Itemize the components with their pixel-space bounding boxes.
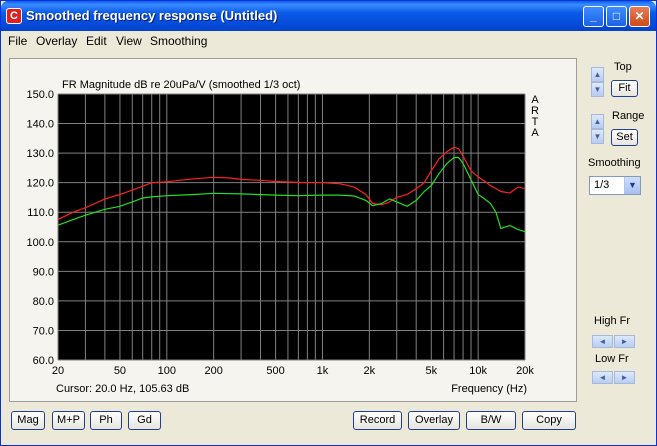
smoothing-select[interactable]: 1/3 ▼ — [589, 176, 641, 195]
x-tick-label: 200 — [204, 365, 222, 377]
menu-smoothing[interactable]: Smoothing — [150, 34, 207, 48]
menu-file[interactable]: File — [8, 34, 27, 48]
menu-view[interactable]: View — [116, 34, 142, 48]
x-tick-label: 500 — [266, 365, 284, 377]
frequency-response-chart[interactable]: FR Magnitude dB re 20uPa/V (smoothed 1/3… — [10, 59, 576, 401]
low-fr-label: Low Fr — [595, 353, 629, 365]
cursor-readout: Cursor: 20.0 Hz, 105.63 dB — [56, 383, 189, 395]
y-tick-label: 70.0 — [33, 325, 54, 337]
y-tick-label: 150.0 — [26, 89, 54, 101]
x-tick-label: 100 — [158, 365, 176, 377]
window-title: Smoothed frequency response (Untitled) — [26, 8, 278, 23]
set-button[interactable]: Set — [611, 129, 638, 146]
arta-brand-letter: A — [531, 127, 539, 139]
close-button[interactable]: ✕ — [629, 6, 650, 27]
smoothing-value: 1/3 — [594, 179, 610, 191]
y-tick-label: 130.0 — [26, 148, 54, 160]
top-label: Top — [614, 61, 632, 73]
graph-panel: FR Magnitude dB re 20uPa/V (smoothed 1/3… — [9, 58, 577, 402]
record-button[interactable]: Record — [353, 411, 402, 430]
x-tick-label: 20k — [516, 365, 534, 377]
copy-button[interactable]: Copy — [522, 411, 576, 430]
x-tick-label: 1k — [317, 365, 329, 377]
mag-phase-button[interactable]: M+P — [52, 411, 85, 430]
y-tick-label: 90.0 — [33, 266, 54, 278]
smoothing-label: Smoothing — [588, 157, 641, 169]
x-tick-label: 20 — [52, 365, 64, 377]
y-tick-label: 110.0 — [27, 207, 54, 219]
high-fr-right-arrow[interactable]: ► — [614, 335, 635, 348]
menu-overlay[interactable]: Overlay — [36, 34, 77, 48]
top-down-arrow[interactable]: ▼ — [591, 82, 604, 97]
chevron-down-icon[interactable]: ▼ — [624, 177, 640, 194]
low-fr-left-arrow[interactable]: ◄ — [592, 371, 613, 384]
phase-button[interactable]: Ph — [90, 411, 122, 430]
x-tick-label: 50 — [114, 365, 126, 377]
range-label: Range — [612, 110, 645, 122]
y-tick-label: 140.0 — [26, 119, 54, 131]
mag-button[interactable]: Mag — [11, 411, 45, 430]
fit-button[interactable]: Fit — [611, 80, 638, 97]
y-tick-label: 120.0 — [26, 178, 54, 190]
y-tick-label: 80.0 — [33, 296, 54, 308]
range-down-arrow[interactable]: ▼ — [591, 129, 604, 144]
high-fr-left-arrow[interactable]: ◄ — [592, 335, 613, 348]
range-up-arrow[interactable]: ▲ — [591, 114, 604, 129]
group-delay-button[interactable]: Gd — [128, 411, 161, 430]
title-bar[interactable]: C Smoothed frequency response (Untitled)… — [1, 1, 656, 31]
app-window: C Smoothed frequency response (Untitled)… — [0, 0, 657, 446]
bw-button[interactable]: B/W — [466, 411, 516, 430]
menu-bar: File Overlay Edit View Smoothing — [2, 31, 655, 51]
x-tick-label: 2k — [364, 365, 376, 377]
top-up-arrow[interactable]: ▲ — [591, 67, 604, 82]
high-fr-label: High Fr — [594, 315, 631, 327]
maximize-button[interactable]: □ — [606, 6, 627, 27]
overlay-button[interactable]: Overlay — [408, 411, 460, 430]
app-icon[interactable]: C — [6, 8, 22, 24]
x-tick-label: 5k — [425, 365, 437, 377]
minimize-button[interactable]: _ — [583, 6, 604, 27]
low-fr-right-arrow[interactable]: ► — [614, 371, 635, 384]
y-tick-label: 100.0 — [26, 237, 54, 249]
x-tick-label: 10k — [469, 365, 487, 377]
x-axis-title: Frequency (Hz) — [451, 383, 527, 395]
plot-area[interactable] — [58, 94, 525, 360]
menu-edit[interactable]: Edit — [86, 34, 107, 48]
chart-header: FR Magnitude dB re 20uPa/V (smoothed 1/3… — [62, 79, 300, 91]
y-tick-label: 60.0 — [33, 355, 54, 367]
